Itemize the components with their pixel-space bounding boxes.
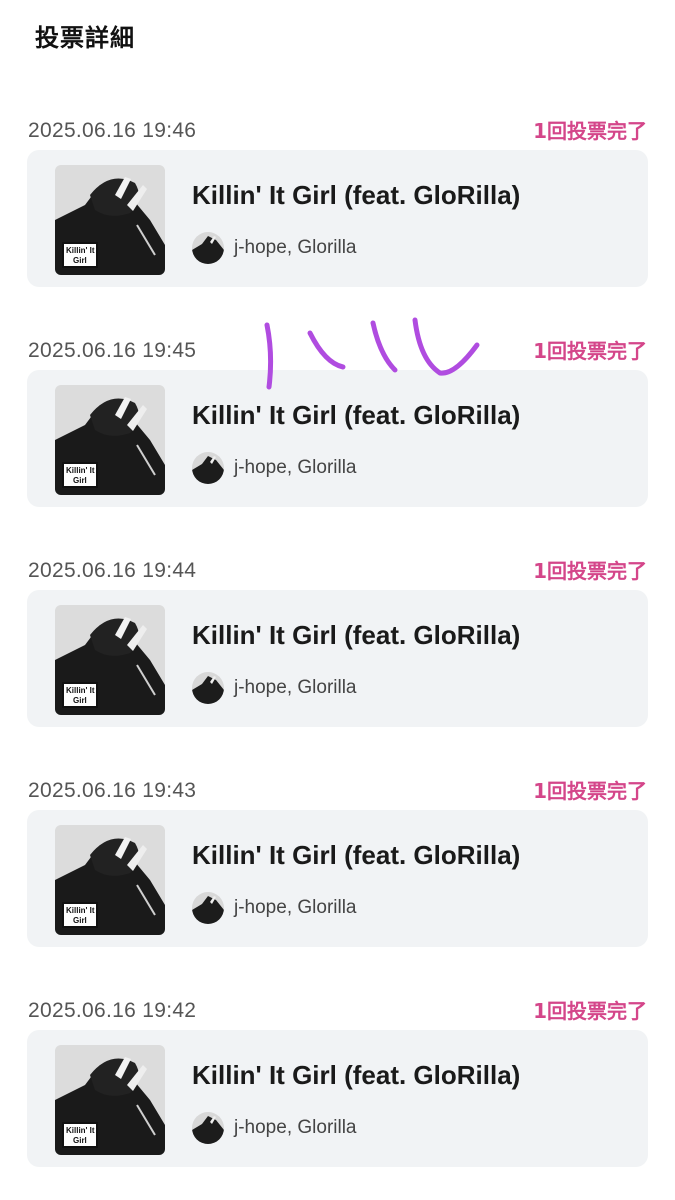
artist-avatar-icon [192, 672, 224, 704]
artist-name: j-hope, Glorilla [234, 237, 357, 258]
vote-entry: 2025.06.16 19:42 1回投票完了 Killin' It Girl … [0, 998, 675, 1198]
cover-text: Girl [73, 256, 87, 265]
vote-timestamp: 2025.06.16 19:42 [28, 999, 197, 1022]
song-card[interactable]: Killin' It Girl Killin' It Girl (feat. G… [27, 1030, 648, 1167]
vote-status: 1回投票完了 [533, 119, 647, 143]
song-card[interactable]: Killin' It Girl Killin' It Girl (feat. G… [27, 370, 648, 507]
album-cover-icon: Killin' It Girl [55, 605, 165, 715]
vote-timestamp: 2025.06.16 19:46 [28, 119, 197, 142]
artist-name: j-hope, Glorilla [234, 897, 357, 918]
vote-entry: 2025.06.16 19:43 1回投票完了 Killin' It Girl … [0, 778, 675, 978]
artist-avatar-icon [192, 452, 224, 484]
album-cover-icon: Killin' It Girl [55, 385, 165, 495]
cover-text: Killin' It [66, 466, 95, 475]
vote-timestamp: 2025.06.16 19:43 [28, 779, 197, 802]
vote-status: 1回投票完了 [533, 779, 647, 803]
vote-entry: 2025.06.16 19:45 1回投票完了 Killin' It Girl … [0, 338, 675, 538]
album-cover-icon: Killin' It Girl [55, 1045, 165, 1155]
artist-avatar-icon [192, 892, 224, 924]
vote-status: 1回投票完了 [533, 339, 647, 363]
cover-text: Girl [73, 696, 87, 705]
page-title: 投票詳細 [35, 24, 135, 52]
album-cover-icon: Killin' It Girl [55, 165, 165, 275]
artist-avatar-icon [192, 1112, 224, 1144]
vote-status: 1回投票完了 [533, 559, 647, 583]
song-title: Killin' It Girl (feat. GloRilla) [192, 1060, 521, 1090]
song-card[interactable]: Killin' It Girl Killin' It Girl (feat. G… [27, 590, 648, 727]
cover-text: Girl [73, 916, 87, 925]
cover-text: Killin' It [66, 906, 95, 915]
artist-name: j-hope, Glorilla [234, 457, 357, 478]
song-title: Killin' It Girl (feat. GloRilla) [192, 620, 521, 650]
vote-timestamp: 2025.06.16 19:44 [28, 559, 197, 582]
album-cover-icon: Killin' It Girl [55, 825, 165, 935]
cover-text: Girl [73, 1136, 87, 1145]
vote-status: 1回投票完了 [533, 999, 647, 1023]
song-title: Killin' It Girl (feat. GloRilla) [192, 180, 521, 210]
cover-text: Girl [73, 476, 87, 485]
artist-name: j-hope, Glorilla [234, 677, 357, 698]
song-title: Killin' It Girl (feat. GloRilla) [192, 840, 521, 870]
cover-text: Killin' It [66, 686, 95, 695]
song-card[interactable]: Killin' It Girl Killin' It Girl (feat. G… [27, 150, 648, 287]
artist-name: j-hope, Glorilla [234, 1117, 357, 1138]
artist-avatar-icon [192, 232, 224, 264]
song-title: Killin' It Girl (feat. GloRilla) [192, 400, 521, 430]
vote-entry: 2025.06.16 19:46 1回投票完了 Killin' It Girl … [0, 118, 675, 318]
vote-entry: 2025.06.16 19:44 1回投票完了 Killin' It Girl … [0, 558, 675, 758]
cover-text: Killin' It [66, 1126, 95, 1135]
cover-text: Killin' It [66, 246, 95, 255]
song-card[interactable]: Killin' It Girl Killin' It Girl (feat. G… [27, 810, 648, 947]
vote-timestamp: 2025.06.16 19:45 [28, 339, 197, 362]
